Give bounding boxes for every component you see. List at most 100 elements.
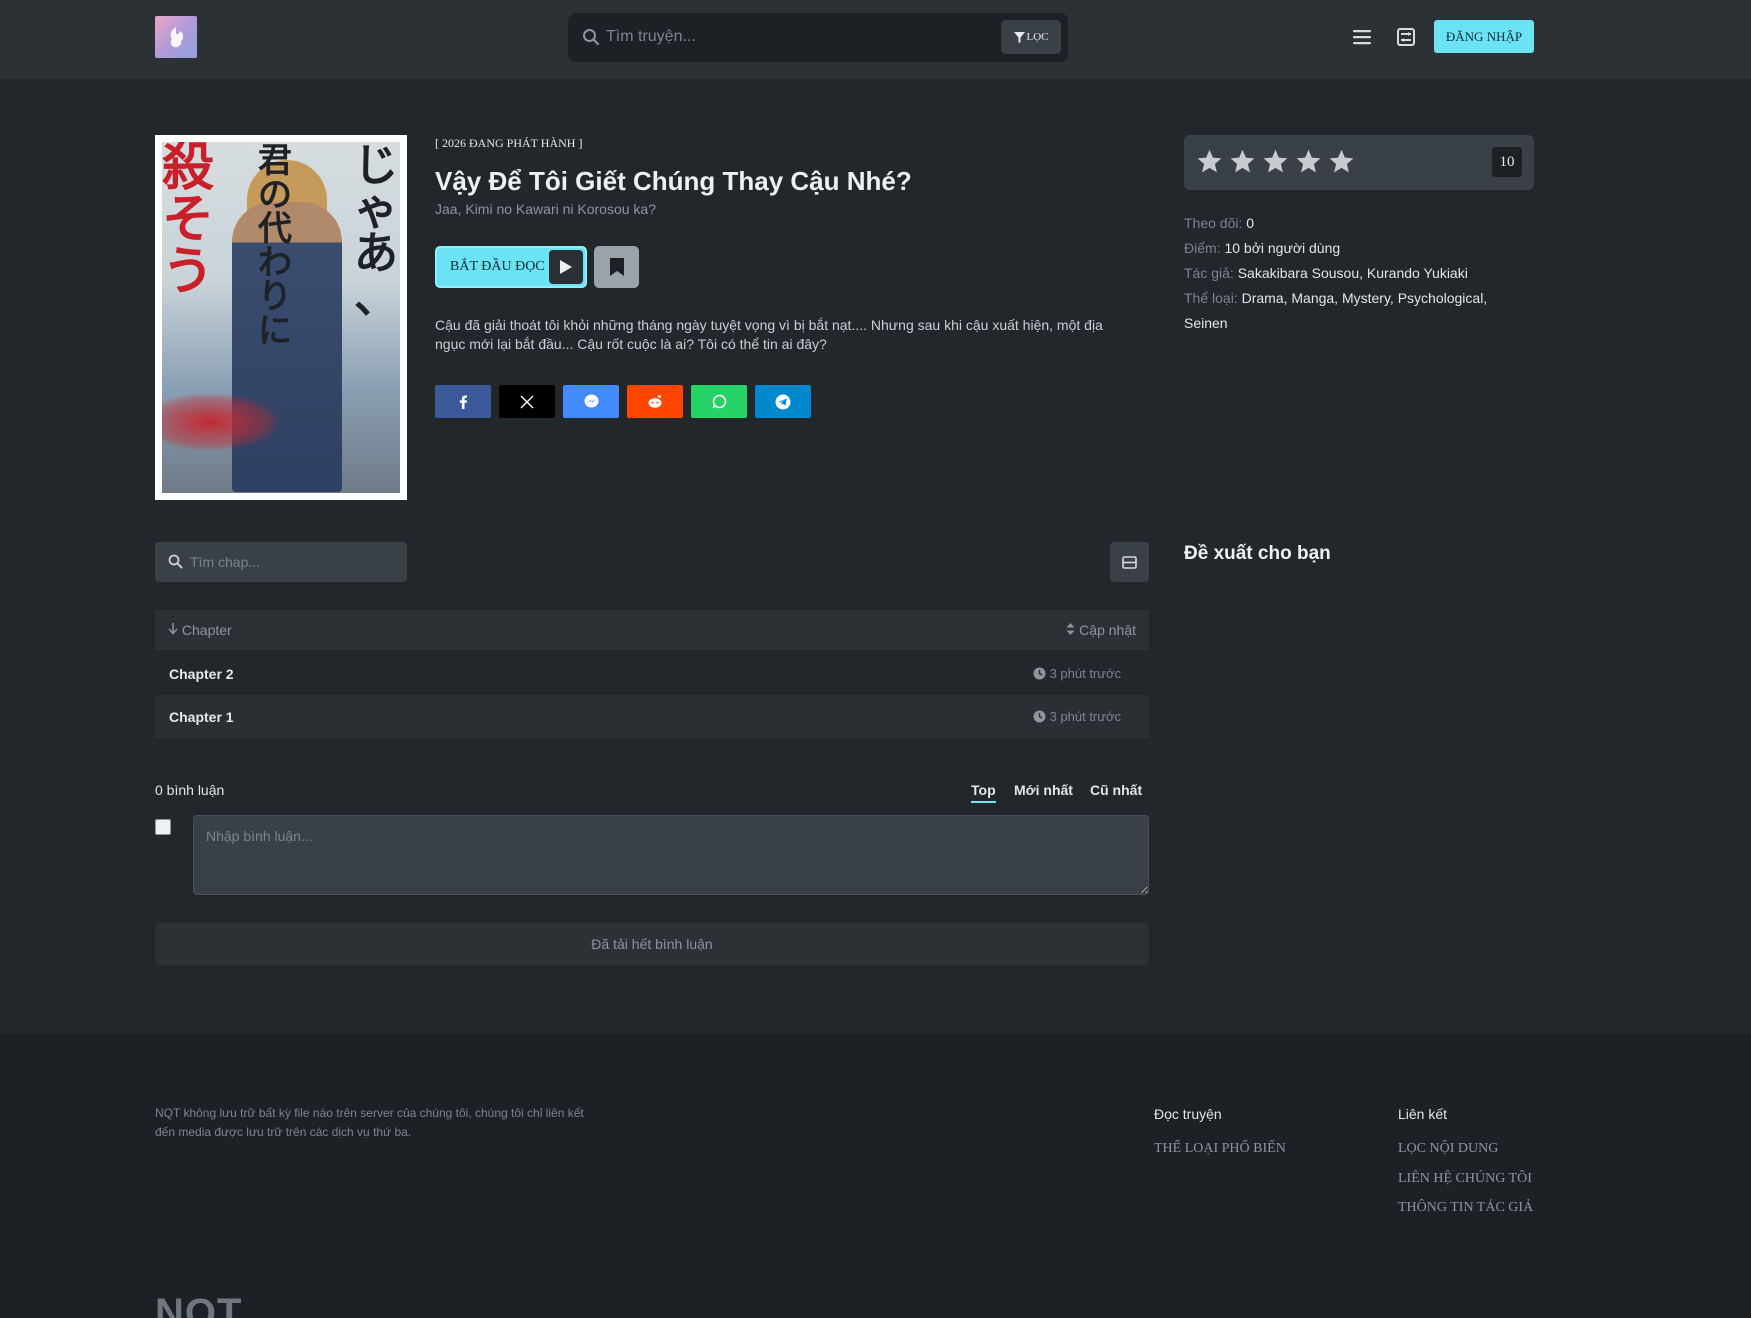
messenger-icon (584, 394, 598, 408)
cover-art: 殺そう 君の代わりに じゃあ、 (162, 142, 400, 493)
toggle-view-button[interactable] (1110, 542, 1149, 582)
share-messenger-button[interactable] (563, 385, 619, 418)
follow-label: Theo dõi: (1184, 215, 1243, 231)
comment-tab-newest[interactable]: Mới nhất (1014, 782, 1073, 798)
star-icon[interactable] (1295, 148, 1322, 175)
site-footer: NQT không lưu trữ bất kỳ file nào trên s… (0, 1034, 1751, 1318)
logo-icon (170, 27, 184, 48)
chapter-column-label: Chapter (181, 622, 232, 638)
footer-links-heading: Liên kết (1398, 1106, 1448, 1122)
footer-link-popular-genres[interactable]: THỂ LOẠI PHỔ BIẾN (1154, 1141, 1286, 1157)
chapter-search-bar (155, 542, 407, 582)
footer-link-contact[interactable]: LIÊN HỆ CHÚNG TÔI (1398, 1171, 1532, 1187)
updated-column-label: Cập nhật (1079, 622, 1136, 638)
manga-cover: 殺そう 君の代わりに じゃあ、 (155, 135, 407, 500)
search-icon (168, 554, 183, 569)
share-reddit-button[interactable] (627, 385, 683, 418)
rating-box: 10 (1184, 135, 1534, 190)
facebook-icon (459, 395, 467, 409)
arrow-down-icon (168, 623, 178, 635)
star-icon[interactable] (1262, 148, 1289, 175)
manga-search-input[interactable] (606, 21, 956, 53)
chapter-time: 3 phút trước (1033, 666, 1121, 681)
rating-value: 10 (1492, 147, 1522, 177)
follow-value: 0 (1246, 215, 1255, 231)
chapter-time: 3 phút trước (1033, 709, 1121, 724)
star-icon[interactable] (1328, 148, 1355, 175)
comment-tab-oldest[interactable]: Cũ nhất (1090, 782, 1142, 798)
rating-stars (1196, 148, 1355, 175)
cover-lettering-red: 殺そう (162, 142, 215, 302)
author-info: Tác giả: Sakakibara Sousou, Kurando Yuki… (1184, 261, 1468, 286)
star-icon[interactable] (1196, 148, 1223, 175)
chapter-row[interactable]: Chapter 2 3 phút trước (155, 652, 1149, 695)
manga-description: Cậu đã giải thoát tôi khỏi những tháng n… (435, 317, 1103, 352)
chapter-search-input[interactable] (190, 548, 390, 576)
star-icon[interactable] (1229, 148, 1256, 175)
cover-blood-stain (162, 392, 282, 452)
site-logo[interactable] (155, 16, 197, 58)
score-value: 10 bởi người dùng (1224, 240, 1341, 256)
comment-input[interactable] (193, 815, 1149, 895)
play-icon (549, 250, 583, 284)
filter-button[interactable]: LỌC (1001, 20, 1061, 54)
chapter-time-text: 3 phút trước (1049, 666, 1121, 681)
comment-count: 0 bình luận (155, 782, 225, 798)
chapter-name: Chapter 1 (169, 709, 234, 725)
start-reading-button[interactable]: BẮT ĐẦU ĐỌC (435, 246, 587, 288)
share-telegram-button[interactable] (755, 385, 811, 418)
manga-alt-title: Jaa, Kimi no Kawari ni Korosou ka? (435, 201, 656, 217)
chapter-row[interactable]: Chapter 1 3 phút trước (155, 695, 1149, 738)
cover-lettering-right: じゃあ、 (354, 142, 398, 323)
genre-info-line2: Seinen (1184, 311, 1228, 336)
footer-link-content-filter[interactable]: LỌC NỘI DUNG (1398, 1141, 1498, 1157)
author-label: Tác giả: (1184, 265, 1234, 281)
footer-brand: NQT (155, 1291, 243, 1318)
list-view-icon (1122, 555, 1137, 569)
follow-count: Theo dõi: 0 (1184, 211, 1254, 236)
user-avatar (155, 819, 171, 835)
footer-disclaimer: NQT không lưu trữ bất kỳ file nào trên s… (155, 1106, 584, 1139)
top-header: LỌC ĐĂNG NHẬP (0, 0, 1751, 79)
bookmark-button[interactable] (594, 246, 639, 288)
manga-search-bar: LỌC (568, 13, 1068, 62)
recommend-heading: Đề xuất cho bạn (1184, 543, 1331, 564)
genre-value-2[interactable]: Seinen (1184, 315, 1228, 331)
manga-title: Vậy Để Tôi Giết Chúng Thay Cậu Nhé? (435, 166, 912, 196)
genre-label: Thể loại: (1184, 290, 1238, 306)
genre-value[interactable]: Drama, Manga, Mystery, Psychological, (1242, 290, 1488, 306)
clock-icon (1033, 710, 1046, 723)
start-reading-label: BẮT ĐẦU ĐỌC (450, 259, 545, 274)
share-whatsapp-button[interactable] (691, 385, 747, 418)
chapter-name: Chapter 2 (169, 666, 234, 682)
search-icon (583, 29, 600, 46)
footer-read-heading: Đọc truyện (1154, 1106, 1222, 1122)
comment-tab-top[interactable]: Top (971, 782, 996, 803)
menu-icon[interactable] (1350, 25, 1374, 49)
genre-info: Thể loại: Drama, Manga, Mystery, Psychol… (1184, 286, 1487, 311)
chapter-time-text: 3 phút trước (1049, 709, 1121, 724)
share-x-button[interactable] (499, 385, 555, 418)
chapter-list-header: Chapter Cập nhật (155, 610, 1149, 650)
score-label: Điểm: (1184, 240, 1221, 256)
sort-icon (1066, 623, 1075, 635)
release-status: [ 2026 ĐANG PHÁT HÀNH ] (435, 136, 583, 150)
telegram-icon (775, 394, 791, 409)
share-facebook-button[interactable] (435, 385, 491, 418)
reddit-icon (648, 395, 662, 408)
author-value[interactable]: Sakakibara Sousou, Kurando Yukiaki (1238, 265, 1468, 281)
filter-button-label: LỌC (1026, 31, 1049, 43)
footer-link-author-info[interactable]: THÔNG TIN TÁC GIẢ (1398, 1200, 1533, 1216)
funnel-icon (1013, 31, 1025, 43)
sort-by-chapter[interactable]: Chapter (168, 622, 232, 638)
x-icon (520, 395, 534, 408)
clock-icon (1033, 667, 1046, 680)
login-button[interactable]: ĐĂNG NHẬP (1434, 20, 1534, 53)
score-info: Điểm: 10 bởi người dùng (1184, 236, 1340, 261)
random-manga-icon[interactable] (1394, 25, 1418, 49)
sort-by-updated[interactable]: Cập nhật (1066, 622, 1136, 638)
cover-lettering-dark: 君の代わりに (258, 142, 292, 351)
all-comments-loaded-button[interactable]: Đã tải hết bình luận (155, 923, 1149, 965)
bookmark-icon (609, 258, 624, 276)
whatsapp-icon (712, 394, 726, 409)
